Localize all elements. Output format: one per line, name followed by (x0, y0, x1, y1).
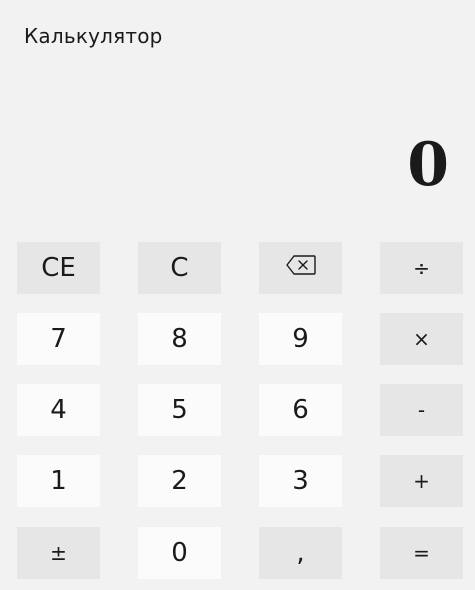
clear-entry-button[interactable]: CE (17, 242, 100, 294)
digit-0-button[interactable]: 0 (138, 527, 221, 579)
plus-minus-button[interactable]: ± (17, 527, 100, 579)
digit-5-button[interactable]: 5 (138, 384, 221, 436)
backspace-icon (285, 253, 317, 283)
digit-8-button[interactable]: 8 (138, 313, 221, 365)
multiply-button[interactable]: × (380, 313, 463, 365)
keypad: CE C ÷ 7 8 9 × 4 5 6 - 1 2 3 + ± 0 , = (17, 242, 463, 579)
result-display: 0 (407, 130, 449, 200)
plus-button[interactable]: + (380, 455, 463, 507)
minus-button[interactable]: - (380, 384, 463, 436)
equals-button[interactable]: = (380, 527, 463, 579)
app-title: Калькулятор (24, 24, 163, 48)
digit-1-button[interactable]: 1 (17, 455, 100, 507)
digit-7-button[interactable]: 7 (17, 313, 100, 365)
digit-3-button[interactable]: 3 (259, 455, 342, 507)
decimal-button[interactable]: , (259, 527, 342, 579)
divide-button[interactable]: ÷ (380, 242, 463, 294)
digit-9-button[interactable]: 9 (259, 313, 342, 365)
clear-button[interactable]: C (138, 242, 221, 294)
digit-4-button[interactable]: 4 (17, 384, 100, 436)
digit-6-button[interactable]: 6 (259, 384, 342, 436)
backspace-button[interactable] (259, 242, 342, 294)
digit-2-button[interactable]: 2 (138, 455, 221, 507)
